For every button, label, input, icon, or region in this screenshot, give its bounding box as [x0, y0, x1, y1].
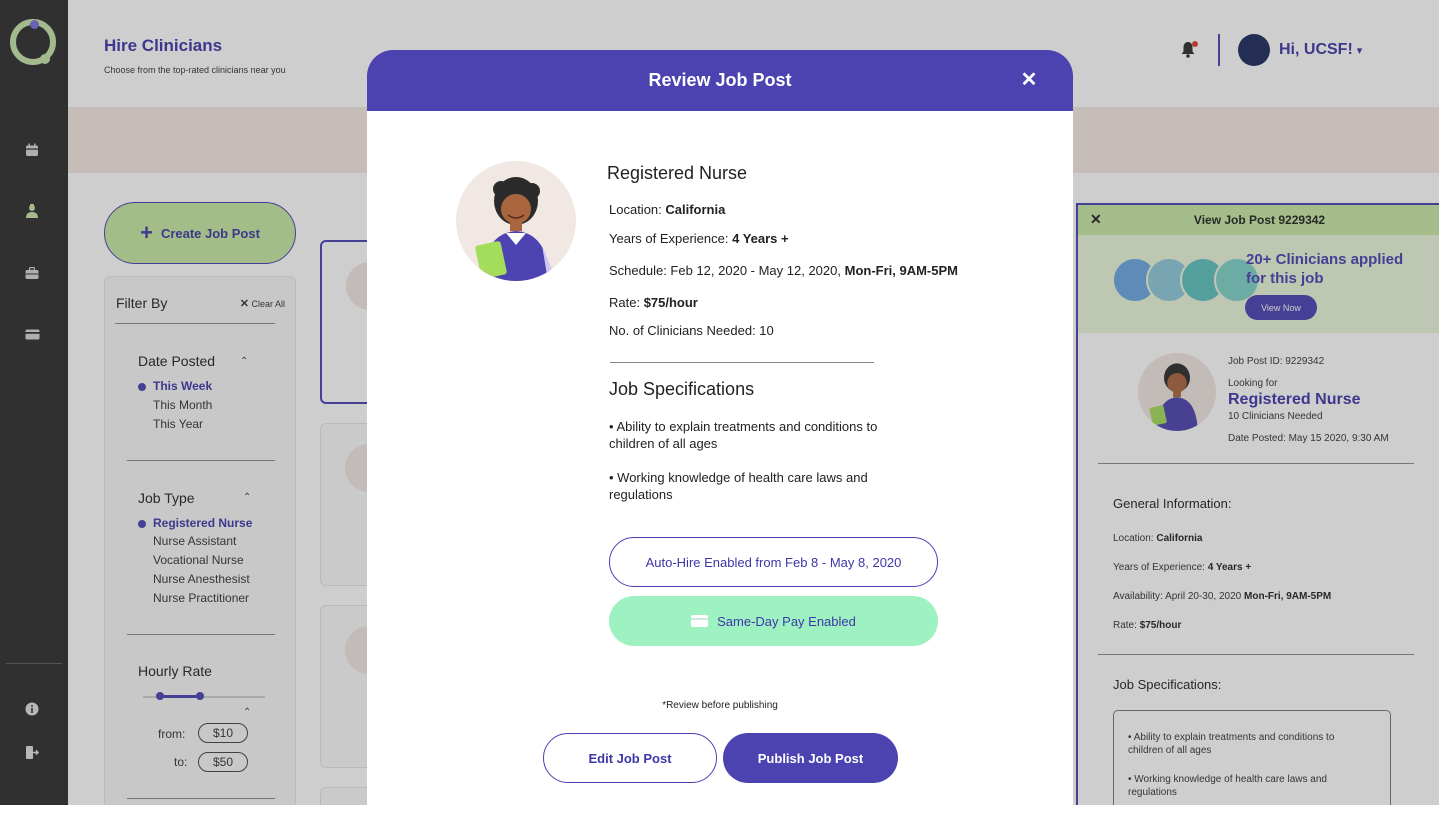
same-day-pay-badge: Same-Day Pay Enabled	[609, 596, 938, 646]
review-note: *Review before publishing	[662, 700, 778, 711]
location-row: Location: California	[609, 202, 725, 217]
modal-divider	[610, 362, 874, 363]
modal-title: Review Job Post	[648, 70, 792, 90]
schedule-label: Schedule: Feb 12, 2020 - May 12, 2020,	[609, 263, 845, 278]
close-icon[interactable]: ✕	[1019, 70, 1039, 90]
schedule-value: Mon-Fri, 9AM-5PM	[844, 263, 958, 278]
rate-row: Rate: $75/hour	[609, 295, 698, 310]
experience-row: Years of Experience: 4 Years +	[609, 231, 789, 246]
review-job-post-modal: Review Job Post ✕ Registered Nurse Locat…	[367, 50, 1073, 805]
rate-label: Rate:	[609, 295, 644, 310]
location-value: California	[665, 202, 726, 217]
experience-label: Years of Experience:	[609, 231, 733, 246]
credit-card-icon	[691, 615, 709, 627]
bottom-strip	[0, 805, 1439, 824]
edit-job-post-button[interactable]: Edit Job Post	[543, 733, 717, 783]
job-spec-heading: Job Specifications	[609, 379, 755, 399]
location-label: Location:	[609, 202, 666, 217]
spec-item: • Working knowledge of health care laws …	[609, 470, 868, 502]
experience-value: 4 Years +	[732, 231, 789, 246]
modal-header: Review Job Post	[367, 50, 1073, 111]
same-day-pay-label: Same-Day Pay Enabled	[717, 613, 856, 629]
spec-item: • Ability to explain treatments and cond…	[609, 419, 878, 451]
clinician-avatar	[456, 161, 576, 281]
job-role-title: Registered Nurse	[607, 163, 748, 183]
clinicians-needed-row: No. of Clinicians Needed: 10	[609, 323, 774, 338]
auto-hire-badge: Auto-Hire Enabled from Feb 8 - May 8, 20…	[609, 537, 938, 587]
app-root: Hire Clinicians Choose from the top-rate…	[0, 0, 1439, 824]
publish-job-post-button[interactable]: Publish Job Post	[723, 733, 898, 783]
rate-value: $75/hour	[643, 295, 698, 310]
schedule-row: Schedule: Feb 12, 2020 - May 12, 2020, M…	[609, 263, 958, 278]
